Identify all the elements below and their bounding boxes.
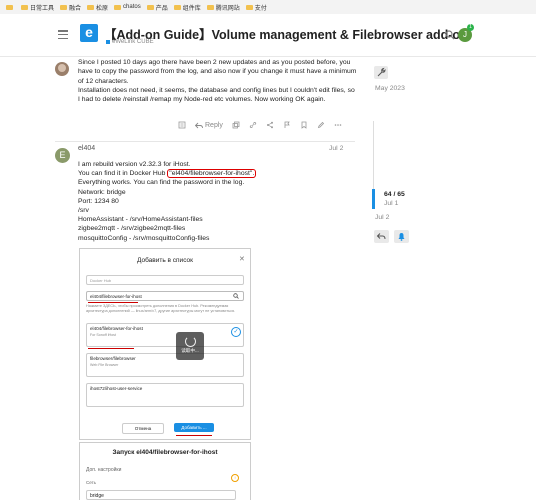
bookmark-7[interactable]: 腾讯网站 — [206, 3, 240, 12]
link-icon[interactable] — [249, 121, 257, 129]
bookmark-5[interactable]: 产品 — [146, 3, 168, 12]
bookmark-0[interactable] — [6, 4, 15, 10]
loading-overlay: 读取中... — [176, 332, 204, 360]
post-body: Since I posted 10 days ago there have be… — [78, 59, 357, 104]
post-username[interactable]: el404 — [78, 145, 95, 152]
copy-icon[interactable] — [232, 121, 240, 129]
post-actions: Reply — [178, 121, 342, 129]
section-label: Доп. настройки — [86, 467, 122, 473]
close-icon: ✕ — [239, 256, 245, 263]
spinner-icon — [184, 336, 196, 347]
post-divider — [55, 141, 355, 142]
quote-icon[interactable] — [178, 121, 186, 129]
hamburger-menu-icon[interactable] — [58, 30, 68, 40]
dialog-title: Запуск el404/filebrowser-for-ihost — [112, 449, 218, 456]
notification-level-button[interactable] — [394, 230, 409, 243]
folder-icon — [245, 4, 253, 10]
bookmark-6[interactable]: 组件库 — [173, 3, 201, 12]
info-icon: ! — [231, 474, 239, 482]
timeline-start-date[interactable]: May 2023 — [375, 85, 405, 92]
wrench-icon — [377, 67, 386, 77]
list-item: el404/filebrowser-for-ihost For Sonoff i… — [86, 323, 244, 347]
folder-icon — [6, 4, 13, 10]
list-item: ihost72/ihost-user-service — [86, 383, 244, 407]
timeline-position: 64 / 65 — [384, 191, 405, 198]
bookmark-icon[interactable] — [300, 121, 308, 129]
bookmark-2[interactable]: 融合 — [60, 3, 81, 12]
add-button: Добавить ... — [174, 423, 214, 432]
bookmarks-bar: 日常工具 融合 松原 chatos 产品 组件库 腾讯网站 支付 — [0, 0, 536, 15]
timeline-position-date: Jul 1 — [384, 200, 399, 207]
post-date[interactable]: Jul 2 — [329, 145, 343, 152]
category-badge[interactable]: eWeLink CUBE — [106, 39, 154, 45]
red-underline — [176, 435, 212, 436]
avatar[interactable] — [55, 62, 69, 76]
red-underline — [88, 302, 138, 303]
folder-icon — [87, 4, 95, 10]
highlighted-repo-name: "el404/filebrowser-for-ihost". — [167, 169, 257, 179]
reply-button[interactable]: Reply — [195, 122, 223, 129]
list-item: filebrowser/filebrowser Web File Browser — [86, 353, 244, 377]
flag-icon[interactable] — [283, 121, 291, 129]
notification-badge[interactable]: 1 — [467, 24, 474, 31]
reply-topic-button[interactable] — [374, 230, 389, 243]
edit-icon[interactable] — [317, 121, 325, 129]
field-label: Сеть — [86, 480, 97, 485]
reply-icon — [376, 233, 386, 240]
bookmark-4[interactable]: chatos — [114, 4, 141, 10]
embedded-screenshot[interactable]: Добавить в список ✕ Docker Hub el404/fil… — [79, 248, 251, 440]
search-icon — [233, 293, 239, 299]
site-header: e 【Add-on Guide】Volume management & File… — [0, 14, 536, 57]
site-logo[interactable]: e — [80, 24, 98, 42]
search-input: el404/filebrowser-for-ihost — [86, 291, 244, 301]
topic-title[interactable]: 【Add-on Guide】Volume management & Filebr… — [104, 24, 468, 43]
avatar[interactable]: E — [55, 148, 70, 163]
bookmark-1[interactable]: 日常工具 — [21, 3, 54, 12]
folder-icon — [60, 4, 68, 10]
dialog-title: Добавить в список — [137, 257, 193, 264]
cancel-button: Отмена — [122, 423, 164, 434]
more-icon[interactable] — [334, 121, 342, 129]
timeline-end-date[interactable]: Jul 2 — [375, 214, 389, 221]
timeline-handle[interactable] — [372, 189, 375, 209]
search-icon[interactable] — [445, 30, 455, 40]
red-underline — [88, 348, 134, 349]
folder-icon — [146, 4, 154, 10]
folder-icon — [206, 4, 214, 10]
folder-icon — [114, 4, 122, 10]
share-icon[interactable] — [266, 121, 274, 129]
embedded-screenshot[interactable]: Запуск el404/filebrowser-for-ihost Доп. … — [79, 442, 251, 500]
bell-icon — [398, 233, 405, 241]
folder-icon — [21, 4, 28, 10]
dialog-note: Нажмите ЗДЕСЬ, чтобы просмотреть дополне… — [86, 304, 236, 313]
folder-icon — [173, 4, 181, 10]
bookmark-3[interactable]: 松原 — [87, 3, 108, 12]
post-body: I am rebuild version v2.32.3 for iHost. … — [78, 161, 257, 242]
registry-select: Docker Hub — [86, 275, 244, 285]
reply-icon — [195, 122, 203, 128]
admin-wrench-button[interactable] — [374, 66, 388, 79]
bookmark-8[interactable]: 支付 — [245, 3, 267, 12]
check-icon: ✓ — [231, 327, 241, 337]
